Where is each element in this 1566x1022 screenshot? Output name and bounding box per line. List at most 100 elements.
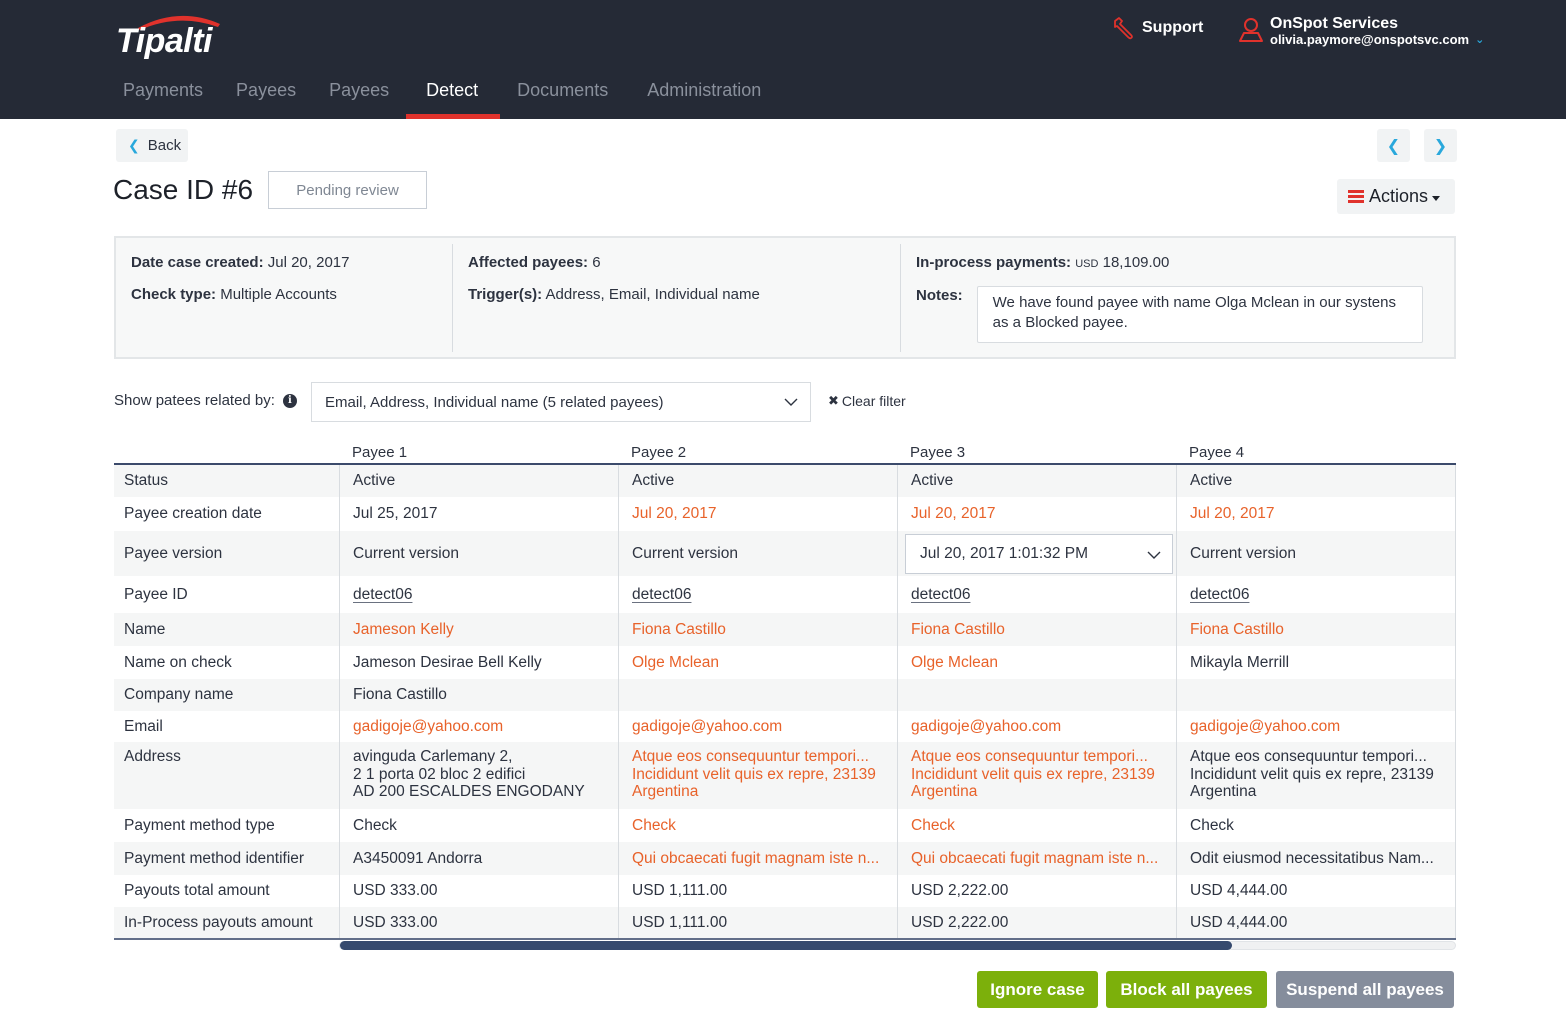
table-cell: gadigoje@yahoo.com (618, 711, 897, 742)
cell-value: USD 1,111.00 (632, 882, 728, 899)
table-header: Payee 1 Payee 2 Payee 3 Payee 4 (114, 440, 1456, 465)
table-cell: Check (897, 809, 1176, 842)
cell-value: Odit eiusmod necessitatibus Nam... (1190, 849, 1434, 867)
payee-version-dropdown[interactable]: Jul 20, 2017 1:01:32 PM (905, 533, 1173, 574)
logo-text: Tipalti (116, 22, 213, 60)
column-header: Payee 4 (1189, 444, 1245, 461)
address-line: Argentina (911, 783, 978, 800)
table-cell: Jul 25, 2017 (339, 497, 618, 531)
address-line: Incididunt velit quis ex repre, 23139 (632, 765, 876, 783)
case-summary-col-3: In-process payments: USD 18,109.00 Notes… (900, 244, 1456, 352)
table-cell: gadigoje@yahoo.com (339, 711, 618, 742)
tipalti-logo[interactable]: Tipalti (116, 10, 226, 60)
account-menu[interactable]: OnSpot Services olivia.paymore@onspotsvc… (1238, 15, 1484, 47)
table-cell: detect06 (1176, 576, 1456, 613)
next-case-button[interactable]: ❯ (1424, 129, 1457, 162)
table-cell: Current version (339, 531, 618, 576)
table-cell: USD 4,444.00 (1176, 907, 1456, 938)
cell-value: Current version (353, 544, 459, 562)
suspend-all-payees-button[interactable]: Suspend all payees (1276, 971, 1454, 1008)
cell-value: gadigoje@yahoo.com (353, 717, 504, 735)
table-row: Payment method identifier A3450091 Andorr… (114, 842, 1456, 875)
support-link[interactable]: Support (1112, 16, 1203, 40)
address-line: 2 1 porta 02 bloc 2 edifici (353, 765, 526, 783)
table-cell: USD 4,444.00 (1176, 875, 1456, 907)
cell-value: Active (911, 472, 954, 489)
nav-administration[interactable]: Administration (631, 68, 777, 119)
nav-payees[interactable]: Payees (220, 68, 312, 119)
account-email: olivia.paymore@onspotsvc.com (1270, 32, 1470, 47)
table-cell: Jameson Kelly (339, 613, 618, 646)
address-line: Argentina (632, 783, 699, 800)
column-header: Payee 2 (631, 444, 687, 461)
status-badge: Pending review (268, 171, 427, 209)
row-label: Name (124, 620, 166, 638)
table-cell: Active (339, 465, 618, 497)
page-title: Case ID #6 (113, 174, 254, 205)
table-cell: A3450091 Andorra (339, 842, 618, 875)
table-row: In-Process payouts amount USD 333.00 USD 1… (114, 907, 1456, 938)
row-label: Payment method type (124, 816, 275, 834)
row-label: Company name (124, 686, 234, 703)
nav-documents[interactable]: Documents (501, 68, 630, 119)
block-all-payees-button[interactable]: Block all payees (1106, 971, 1267, 1008)
table-cell: Qui obcaecati fugit magnam iste n... (897, 842, 1176, 875)
table-cell: Active (1176, 465, 1456, 497)
nav-detect[interactable]: Detect (406, 68, 501, 119)
payee-comparison-table: Payee 1 Payee 2 Payee 3 Payee 4 Status Ac… (114, 440, 1456, 950)
related-by-dropdown[interactable]: Email, Address, Individual name (5 relat… (311, 382, 811, 422)
horizontal-scrollbar[interactable] (339, 941, 1456, 950)
cell-value: gadigoje@yahoo.com (911, 717, 1062, 735)
scrollbar-thumb[interactable] (340, 941, 1232, 950)
account-company: OnSpot Services (1270, 15, 1399, 32)
table-cell: Odit eiusmod necessitatibus Nam... (1176, 842, 1456, 875)
related-by-value: Email, Address, Individual name (5 relat… (325, 393, 664, 411)
cell-value: Check (911, 816, 955, 834)
chevron-left-icon: ❮ (1386, 137, 1401, 155)
cell-value: Fiona Castillo (1190, 620, 1284, 638)
row-label: In-Process payouts amount (124, 913, 313, 931)
address-line: Incididunt velit quis ex repre, 23139 (911, 765, 1155, 783)
address-line: Incididunt velit quis ex repre, 23139 (1190, 765, 1434, 783)
user-icon (1239, 18, 1263, 42)
cell-value: Jul 20, 2017 (632, 505, 717, 522)
table-cell: Current version (618, 531, 897, 576)
actions-button[interactable]: Actions (1337, 179, 1455, 214)
cell-value: Current version (632, 544, 738, 562)
back-button[interactable]: ❮ Back (116, 129, 188, 162)
cell-value: USD 2,222.00 (911, 913, 1009, 931)
inprocess-payments: In-process payments: USD 18,109.00 (916, 254, 1170, 271)
info-icon[interactable]: i (282, 393, 297, 408)
table-cell: USD 2,222.00 (897, 875, 1176, 907)
cell-value: Qui obcaecati fugit magnam iste n... (632, 849, 880, 867)
table-cell: Fiona Castillo (1176, 613, 1456, 646)
cell-value: A3450091 Andorra (353, 849, 483, 867)
chevron-right-icon: ❯ (1433, 137, 1448, 155)
cell-value: Fiona Castillo (632, 620, 726, 638)
cell-value: Current version (1190, 544, 1296, 562)
notes-field[interactable]: We have found payee with name Olga Mclea… (976, 286, 1423, 343)
cell-value: Active (1190, 472, 1233, 489)
clear-filter-button[interactable]: ✖ Clear filter (828, 393, 906, 409)
cell-value: Jul 20, 2017 (1190, 505, 1275, 522)
previous-case-button[interactable]: ❮ (1377, 129, 1410, 162)
table-cell (1176, 679, 1456, 711)
table-row: Name Jameson Kelly Fiona Castillo Fiona Cas… (114, 613, 1456, 646)
payee-id-link[interactable]: detect06 (353, 586, 412, 604)
payee-id-link[interactable]: detect06 (632, 586, 691, 604)
header-label-col (114, 440, 339, 463)
cell-value: Jameson Kelly (353, 620, 454, 638)
cell-value: USD 333.00 (353, 913, 438, 931)
main-nav: Payments Payees Payees Detect Documents … (108, 68, 778, 119)
cell-value: Qui obcaecati fugit magnam iste n... (911, 849, 1159, 867)
payee-id-link[interactable]: detect06 (911, 586, 970, 604)
chevron-left-icon: ❮ (128, 137, 140, 153)
nav-payments[interactable]: Payments (108, 68, 219, 119)
table-cell: gadigoje@yahoo.com (897, 711, 1176, 742)
table-row: Status Active Active Active Active (114, 465, 1456, 497)
table-cell: Olge Mclean (897, 646, 1176, 679)
payee-id-link[interactable]: detect06 (1190, 586, 1249, 604)
ignore-case-button[interactable]: Ignore case (977, 971, 1098, 1008)
table-cell: Check (339, 809, 618, 842)
nav-payees-2[interactable]: Payees (313, 68, 405, 119)
